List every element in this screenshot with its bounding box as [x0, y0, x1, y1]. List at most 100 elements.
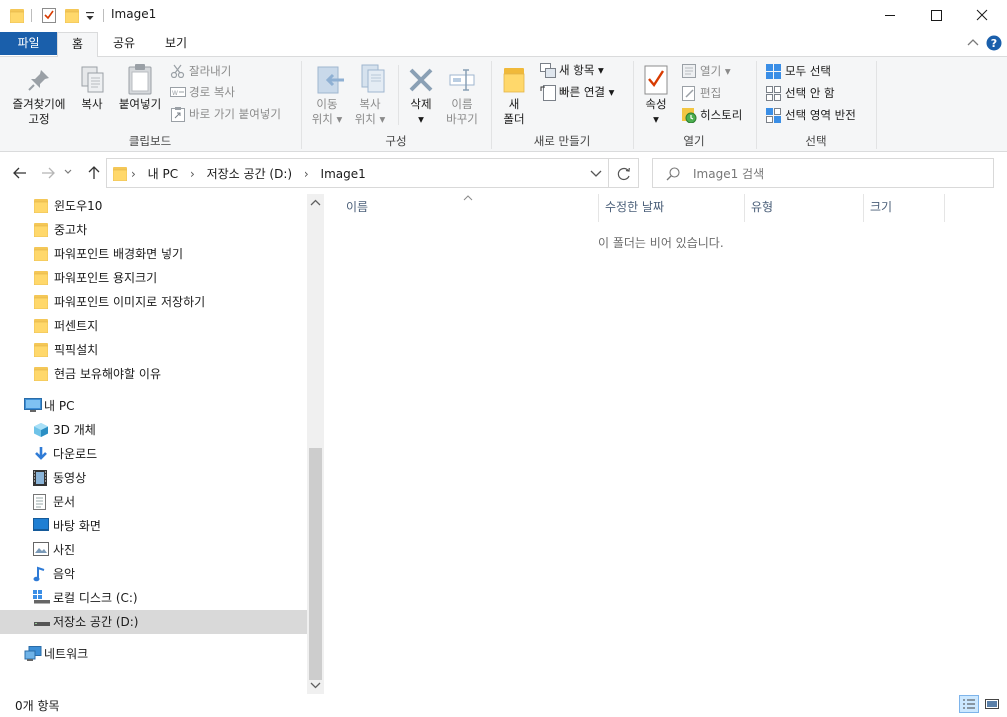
new-folder-quick-icon[interactable]	[65, 8, 79, 23]
nav-item-label: 사진	[53, 543, 76, 557]
nav-item-local-disk-c[interactable]: 로컬 디스크 (C:)	[0, 586, 307, 610]
column-header-modified[interactable]: 수정한 날짜	[599, 194, 744, 222]
history-button[interactable]: 히스토리	[700, 107, 742, 123]
breadcrumb-this-pc[interactable]: 내 PC	[148, 167, 178, 181]
column-header-size[interactable]: 크기	[864, 194, 944, 222]
nav-item-folder[interactable]: 중고차	[0, 218, 307, 242]
search-input[interactable]: Image1 검색	[693, 165, 764, 182]
copy-to-icon	[358, 63, 388, 97]
rename-button[interactable]: 이름 바꾸기	[440, 97, 484, 127]
select-all-button[interactable]: 모두 선택	[785, 63, 831, 79]
up-button[interactable]	[84, 163, 104, 183]
nav-item-label: 네트워크	[44, 647, 89, 661]
nav-item-downloads[interactable]: 다운로드	[0, 442, 307, 466]
column-header-name[interactable]: 이름	[340, 194, 598, 222]
select-none-button[interactable]: 선택 안 함	[785, 85, 835, 101]
properties-button[interactable]: 속성 ▾	[638, 97, 674, 127]
copy-path-button[interactable]: 경로 복사	[189, 84, 235, 100]
delete-button[interactable]: 삭제 ▾	[402, 97, 440, 127]
new-folder-label-line1: 새	[508, 97, 520, 111]
delete-icon	[406, 65, 436, 95]
help-icon[interactable]: ?	[986, 35, 1002, 51]
nav-scroll-thumb[interactable]	[309, 448, 322, 680]
invert-selection-icon	[766, 108, 781, 123]
nav-item-label: 3D 개체	[53, 423, 96, 437]
cut-button[interactable]: 잘라내기	[189, 63, 231, 79]
edit-button[interactable]: 편집	[700, 85, 721, 101]
move-to-label-line2: 위치 ▾	[311, 112, 343, 126]
address-dropdown-icon[interactable]	[589, 168, 603, 180]
back-button[interactable]	[9, 163, 31, 183]
paste-shortcut-button[interactable]: 바로 가기 붙여넣기	[189, 106, 281, 122]
ribbon-tab-row	[0, 32, 1007, 56]
pin-to-quick-access-button[interactable]: 즐겨찾기에 고정	[4, 97, 74, 127]
properties-quick-icon[interactable]	[42, 8, 56, 23]
empty-folder-message: 이 폴더는 비어 있습니다.	[598, 236, 724, 250]
large-icons-view-button[interactable]	[982, 695, 1002, 713]
minimize-button[interactable]	[867, 0, 913, 31]
close-button[interactable]	[959, 0, 1005, 31]
breadcrumb-image1[interactable]: Image1	[321, 167, 366, 181]
nav-item-this-pc[interactable]: 내 PC	[0, 394, 307, 418]
nav-item-desktop[interactable]: 바탕 화면	[0, 514, 307, 538]
refresh-button[interactable]	[609, 158, 639, 188]
download-icon	[33, 446, 49, 462]
folder-icon	[113, 166, 127, 181]
nav-item-pictures[interactable]: 사진	[0, 538, 307, 562]
copy-button[interactable]: 복사	[76, 97, 108, 112]
nav-item-folder[interactable]: 파워포인트 이미지로 저장하기	[0, 290, 307, 314]
new-folder-button[interactable]: 새 폴더	[496, 97, 532, 127]
tab-file[interactable]: 파일	[0, 32, 57, 55]
details-view-button[interactable]	[959, 695, 979, 713]
select-group-label: 선택	[805, 134, 827, 148]
open-button[interactable]: 열기 ▾	[700, 63, 731, 79]
chevron-down-icon: ▾	[418, 112, 424, 126]
new-item-button[interactable]: 새 항목 ▾	[559, 62, 604, 78]
paste-icon	[127, 63, 153, 95]
nav-item-folder[interactable]: 파워포인트 용지크기	[0, 266, 307, 290]
nav-item-label: 저장소 공간 (D:)	[53, 615, 139, 629]
nav-item-documents[interactable]: 문서	[0, 490, 307, 514]
column-header-type[interactable]: 유형	[745, 194, 863, 222]
tab-home[interactable]: 홈	[57, 32, 98, 57]
nav-item-folder[interactable]: 픽픽설치	[0, 338, 307, 362]
maximize-button[interactable]	[913, 0, 959, 31]
scroll-down-icon[interactable]	[308, 678, 323, 692]
nav-item-3d-objects[interactable]: 3D 개체	[0, 418, 307, 442]
pin-label-line1: 즐겨찾기에	[12, 97, 66, 111]
nav-item-folder[interactable]: 파워포인트 배경화면 넣기	[0, 242, 307, 266]
easy-access-button[interactable]: 빠른 연결 ▾	[559, 84, 614, 100]
breadcrumb-drive-d[interactable]: 저장소 공간 (D:)	[207, 167, 292, 181]
quick-access-dropdown-icon[interactable]	[85, 10, 95, 22]
scroll-up-icon[interactable]	[308, 196, 323, 210]
nav-item-folder[interactable]: 퍼센트지	[0, 314, 307, 338]
search-box[interactable]: Image1 검색	[652, 158, 994, 188]
nav-item-folder[interactable]: 현금 보유해야할 이유	[0, 362, 307, 386]
open-icon	[682, 64, 696, 78]
nav-item-storage-d[interactable]: 저장소 공간 (D:)	[0, 610, 307, 634]
document-icon	[33, 494, 46, 510]
breadcrumb-separator-icon: ›	[189, 167, 195, 181]
recent-locations-icon[interactable]	[63, 166, 73, 178]
column-divider	[944, 194, 945, 222]
nav-item-label: 현금 보유해야할 이유	[54, 367, 161, 381]
nav-item-label: 윈도우10	[54, 199, 103, 213]
nav-item-folder[interactable]: 윈도우10	[0, 194, 307, 218]
nav-item-music[interactable]: 음악	[0, 562, 307, 586]
move-to-button[interactable]: 이동 위치 ▾	[305, 97, 349, 127]
nav-item-network[interactable]: 네트워크	[0, 642, 307, 666]
forward-button[interactable]	[37, 163, 59, 183]
tab-view[interactable]: 보기	[156, 32, 196, 56]
video-icon	[33, 470, 47, 486]
ribbon-collapse-icon[interactable]	[966, 37, 980, 49]
nav-item-label: 중고차	[54, 223, 88, 237]
invert-selection-button[interactable]: 선택 영역 반전	[785, 107, 856, 123]
tab-share[interactable]: 공유	[104, 32, 144, 56]
file-list-area[interactable]	[325, 194, 1007, 696]
copy-to-button[interactable]: 복사 위치 ▾	[348, 97, 392, 127]
address-bar[interactable]: › 내 PC › 저장소 공간 (D:) › Image1	[106, 158, 609, 188]
paste-button[interactable]: 붙여넣기	[114, 97, 166, 112]
new-folder-icon	[502, 66, 526, 94]
nav-item-videos[interactable]: 동영상	[0, 466, 307, 490]
easy-access-icon	[540, 85, 556, 101]
